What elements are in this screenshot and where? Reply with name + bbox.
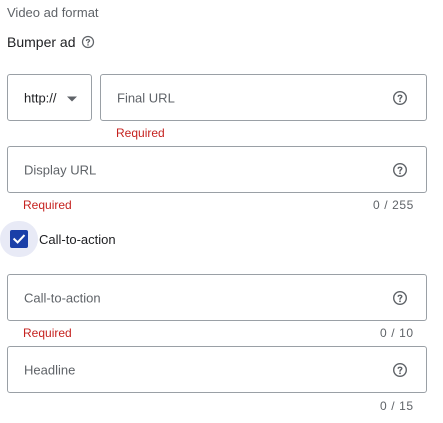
checkbox-halo[interactable] (0, 221, 38, 257)
cta-checkbox-row[interactable]: Call-to-action (0, 221, 116, 257)
display-url-placeholder: Display URL (24, 162, 97, 177)
headline-placeholder: Headline (24, 362, 76, 377)
cta-counter: 0 / 10 (380, 326, 414, 340)
help-icon[interactable] (81, 35, 95, 49)
display-url-error: Required (23, 198, 72, 212)
cta-field[interactable]: Call-to-action (7, 274, 427, 321)
help-icon[interactable] (392, 362, 408, 378)
final-url-field[interactable]: Final URL (100, 74, 427, 121)
display-url-counter: 0 / 255 (373, 198, 414, 212)
protocol-value: http:// (24, 90, 57, 105)
ad-format-row: Bumper ad (7, 33, 95, 51)
section-label: Video ad format (7, 5, 99, 20)
final-url-error: Required (116, 126, 165, 140)
headline-counter: 0 / 15 (380, 399, 414, 413)
cta-checkbox-label: Call-to-action (39, 231, 116, 247)
final-url-placeholder: Final URL (117, 90, 175, 105)
display-url-field[interactable]: Display URL (7, 146, 427, 193)
cta-checkbox[interactable] (10, 230, 28, 248)
help-icon[interactable] (392, 162, 408, 178)
protocol-select[interactable]: http:// (7, 74, 92, 121)
caret-down-icon (67, 96, 77, 101)
help-icon[interactable] (392, 90, 408, 106)
check-icon (12, 234, 26, 244)
help-icon[interactable] (392, 290, 408, 306)
cta-placeholder: Call-to-action (24, 290, 101, 305)
cta-error: Required (23, 326, 72, 340)
ad-format-value: Bumper ad (7, 34, 76, 50)
headline-field[interactable]: Headline (7, 346, 427, 393)
